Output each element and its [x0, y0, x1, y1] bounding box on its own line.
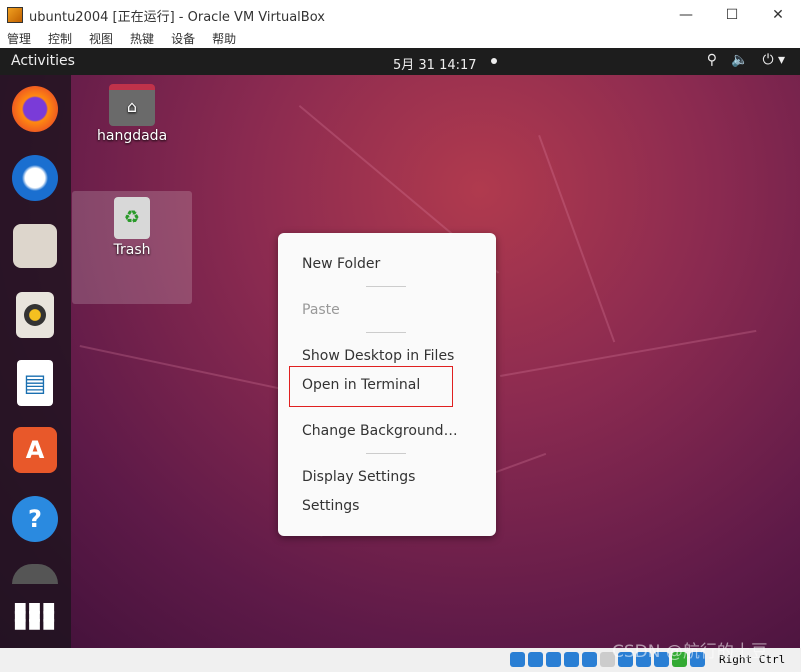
libreoffice-writer-icon[interactable]: ▤ — [17, 360, 53, 406]
home-folder[interactable]: ⌂ hangdada — [97, 84, 167, 144]
network-icon[interactable]: ⚲ — [707, 52, 717, 68]
audio-icon[interactable] — [546, 652, 561, 667]
menu-bar: 管理 控制 视图 热键 设备 帮助 — [0, 30, 801, 48]
menu-view[interactable]: 视图 — [89, 30, 113, 48]
trash-label: Trash — [113, 242, 151, 258]
home-folder-label: hangdada — [97, 128, 168, 144]
dock: ▤ A ? ■■■ ■■■ ■■■ — [0, 75, 71, 648]
ubuntu-software-icon[interactable]: A — [13, 427, 57, 473]
help-icon[interactable]: ? — [12, 496, 58, 542]
menu-manage[interactable]: 管理 — [7, 30, 31, 48]
activities-button[interactable]: Activities — [11, 53, 75, 69]
firefox-icon[interactable] — [12, 86, 58, 132]
window-title: ubuntu2004 [正在运行] - Oracle VM VirtualBox — [29, 9, 325, 25]
network-adapter-icon[interactable] — [564, 652, 579, 667]
menu-item-open-in-terminal[interactable]: Open in Terminal — [302, 377, 420, 393]
hard-disk-icon[interactable] — [510, 652, 525, 667]
usb-icon[interactable] — [582, 652, 597, 667]
close-button[interactable]: ✕ — [755, 0, 801, 30]
menu-item-paste: Paste — [302, 302, 340, 318]
virtualbox-icon — [7, 7, 23, 23]
menu-item-new-folder[interactable]: New Folder — [302, 256, 380, 272]
menu-item-settings[interactable]: Settings — [302, 498, 359, 514]
rhythmbox-icon[interactable] — [16, 292, 54, 338]
title-bar: ubuntu2004 [正在运行] - Oracle VM VirtualBox… — [0, 0, 801, 30]
context-menu: New Folder Paste Show Desktop in Files O… — [278, 233, 496, 536]
desktop[interactable]: ▤ A ? ■■■ ■■■ ■■■ ⌂ hangdada ♻ Trash New F… — [0, 75, 800, 648]
menu-hotkeys[interactable]: 热键 — [130, 30, 154, 48]
menu-help[interactable]: 帮助 — [212, 30, 236, 48]
clock[interactable]: 5月 31 14:17 — [393, 54, 477, 73]
menu-control[interactable]: 控制 — [48, 30, 72, 48]
files-icon[interactable] — [13, 224, 57, 268]
menu-item-show-desktop-in-files[interactable]: Show Desktop in Files — [302, 348, 454, 364]
menu-devices[interactable]: 设备 — [171, 30, 195, 48]
notification-dot — [491, 58, 497, 64]
trash-icon: ♻ — [114, 197, 150, 239]
menu-item-display-settings[interactable]: Display Settings — [302, 469, 415, 485]
show-applications-icon[interactable]: ■■■ ■■■ ■■■ — [12, 593, 58, 639]
minimize-button[interactable]: — — [663, 0, 709, 30]
separator — [366, 286, 406, 287]
thunderbird-icon[interactable] — [12, 155, 58, 201]
trash[interactable]: ♻ Trash — [97, 197, 167, 258]
power-menu-icon[interactable]: ⏻ ▾ — [762, 52, 785, 68]
separator — [366, 453, 406, 454]
maximize-button[interactable]: ☐ — [709, 0, 755, 30]
menu-item-change-background[interactable]: Change Background… — [302, 423, 458, 439]
dock-partial-app-icon[interactable] — [12, 564, 58, 584]
volume-icon[interactable]: 🔈 — [731, 52, 748, 68]
separator — [366, 332, 406, 333]
gnome-top-bar: Activities 5月 31 14:17 ⚲ 🔈 ⏻ ▾ — [0, 48, 800, 75]
watermark: CSDN @航行的土豆 — [612, 642, 768, 662]
optical-drive-icon[interactable] — [528, 652, 543, 667]
home-icon: ⌂ — [109, 84, 155, 126]
